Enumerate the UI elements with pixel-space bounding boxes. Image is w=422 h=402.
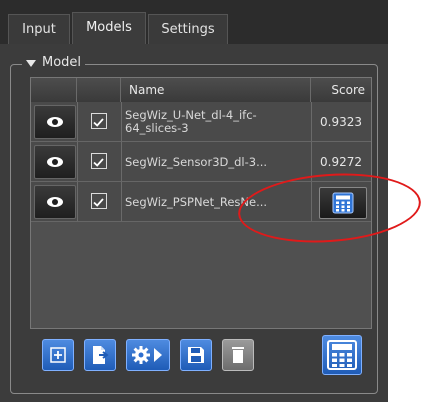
- enable-checkbox[interactable]: [91, 193, 107, 209]
- checkmark-icon: [93, 158, 104, 167]
- gear-arrow-icon: [132, 346, 162, 364]
- tab-input[interactable]: Input: [8, 14, 70, 44]
- add-model-button[interactable]: [42, 339, 74, 371]
- eye-icon: [47, 157, 63, 167]
- header-enabled: [77, 78, 121, 102]
- visibility-toggle[interactable]: [34, 185, 76, 219]
- visibility-toggle[interactable]: [34, 105, 76, 139]
- eye-icon: [47, 197, 63, 207]
- tab-models[interactable]: Models: [72, 12, 146, 44]
- column-divider: [121, 102, 122, 141]
- tab-settings[interactable]: Settings: [148, 14, 228, 44]
- delete-model-button[interactable]: [222, 339, 254, 371]
- export-model-button[interactable]: [84, 339, 116, 371]
- column-divider: [77, 102, 78, 141]
- header-visible: [31, 78, 77, 102]
- add-model-icon: [50, 347, 66, 363]
- model-score: 0.9323: [320, 115, 362, 129]
- tab-bar: Input Models Settings: [0, 0, 388, 44]
- visibility-toggle[interactable]: [34, 145, 76, 179]
- save-icon: [188, 347, 204, 363]
- enable-checkbox[interactable]: [91, 153, 107, 169]
- column-divider: [121, 182, 122, 221]
- calculator-icon: [327, 340, 357, 370]
- header-name[interactable]: Name: [121, 78, 311, 102]
- save-model-button[interactable]: [180, 339, 212, 371]
- trash-icon: [232, 347, 244, 363]
- column-divider: [77, 142, 78, 181]
- model-name: SegWiz_U-Net_dl-4_ifc-64_slices-3: [125, 108, 257, 135]
- table-header: Name Score: [31, 78, 371, 103]
- enable-checkbox[interactable]: [91, 113, 107, 129]
- compute-all-scores-button[interactable]: [322, 335, 362, 375]
- checkmark-icon: [93, 118, 104, 127]
- model-settings-button[interactable]: [126, 339, 170, 371]
- collapse-triangle-icon[interactable]: [26, 59, 36, 67]
- eye-icon: [47, 117, 63, 127]
- export-model-icon: [93, 346, 109, 364]
- table-row[interactable]: SegWiz_U-Net_dl-4_ifc-64_slices-3 0.9323: [31, 102, 371, 142]
- column-divider: [121, 142, 122, 181]
- model-group-header[interactable]: Model: [22, 53, 86, 73]
- column-divider: [77, 182, 78, 221]
- header-score[interactable]: Score: [311, 78, 371, 102]
- checkmark-icon: [93, 198, 104, 207]
- model-group-title: Model: [42, 55, 82, 70]
- model-name: SegWiz_Sensor3D_dl-3...: [125, 154, 268, 169]
